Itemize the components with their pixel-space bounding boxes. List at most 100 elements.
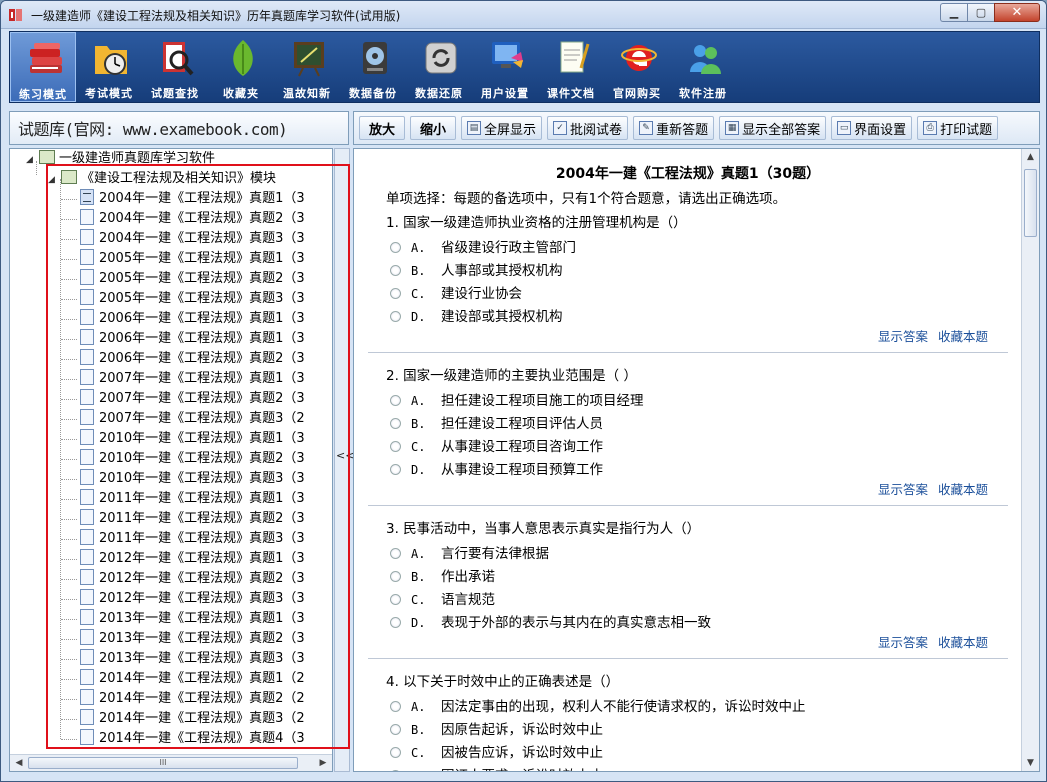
tree-exam-item[interactable]: 2014年一建《工程法规》真题2（2 bbox=[61, 689, 305, 709]
radio-button[interactable] bbox=[390, 265, 401, 276]
tree-exam-item[interactable]: 2010年一建《工程法规》真题3（3 bbox=[61, 469, 305, 489]
toolbar-data-restore[interactable]: 数据还原 bbox=[406, 32, 472, 102]
radio-button[interactable] bbox=[390, 441, 401, 452]
answer-option[interactable]: D. 建设部或其授权机构 bbox=[390, 305, 563, 325]
answer-option[interactable]: C. 因被告应诉，诉讼时效中止 bbox=[390, 741, 603, 761]
tree-exam-item[interactable]: 2004年一建《工程法规》真题1（3 bbox=[61, 189, 305, 209]
pane-splitter[interactable]: << bbox=[334, 148, 354, 772]
maximize-button[interactable]: ▢ bbox=[967, 3, 994, 22]
show-answer-link[interactable]: 显示答案 bbox=[878, 482, 928, 497]
toolbar-registration[interactable]: 软件注册 bbox=[670, 32, 736, 102]
grade-exam-button[interactable]: ✓ 批阅试卷 bbox=[547, 116, 629, 140]
scroll-up-icon[interactable]: ▲ bbox=[1022, 149, 1039, 165]
radio-button[interactable] bbox=[390, 770, 401, 771]
toolbar-practice-mode[interactable]: 练习模式 bbox=[10, 32, 76, 102]
tree-exam-item[interactable]: 2005年一建《工程法规》真题1（3 bbox=[61, 249, 305, 269]
radio-button[interactable] bbox=[390, 395, 401, 406]
radio-button[interactable] bbox=[390, 747, 401, 758]
tree-exam-item[interactable]: 2011年一建《工程法规》真题2（3 bbox=[61, 509, 305, 529]
answer-option[interactable]: A. 言行要有法律根据 bbox=[390, 542, 549, 562]
toolbar-review[interactable]: 温故知新 bbox=[274, 32, 340, 102]
tree-exam-item[interactable]: 2006年一建《工程法规》真题1（3 bbox=[61, 309, 305, 329]
scroll-right-icon[interactable]: ▶ bbox=[315, 756, 331, 770]
answer-option[interactable]: B. 人事部或其授权机构 bbox=[390, 259, 563, 279]
tree-exam-item[interactable]: 2007年一建《工程法规》真题2（3 bbox=[61, 389, 305, 409]
toolbar-data-backup[interactable]: 数据备份 bbox=[340, 32, 406, 102]
radio-button[interactable] bbox=[390, 288, 401, 299]
show-all-answers-button[interactable]: ▦ 显示全部答案 bbox=[719, 116, 827, 140]
toolbar-official-purchase[interactable]: 官网购买 bbox=[604, 32, 670, 102]
collapse-pane-icon[interactable]: << bbox=[336, 449, 354, 462]
toolbar-user-settings[interactable]: 用户设置 bbox=[472, 32, 538, 102]
radio-button[interactable] bbox=[390, 594, 401, 605]
show-answer-link[interactable]: 显示答案 bbox=[878, 635, 928, 650]
scroll-down-icon[interactable]: ▼ bbox=[1022, 755, 1039, 771]
tree-exam-item[interactable]: 2010年一建《工程法规》真题1（3 bbox=[61, 429, 305, 449]
tree-exam-item[interactable]: 2005年一建《工程法规》真题2（3 bbox=[61, 269, 305, 289]
answer-option[interactable]: B. 作出承诺 bbox=[390, 565, 495, 585]
toolbar-exam-mode[interactable]: 考试模式 bbox=[76, 32, 142, 102]
tree-exam-item[interactable]: 2004年一建《工程法规》真题2（3 bbox=[61, 209, 305, 229]
tree-exam-item[interactable]: 2013年一建《工程法规》真题2（3 bbox=[61, 629, 305, 649]
minimize-button[interactable]: ▁ bbox=[940, 3, 967, 22]
print-button[interactable]: ⎙ 打印试题 bbox=[917, 116, 999, 140]
scroll-left-icon[interactable]: ◀ bbox=[11, 756, 27, 770]
tree-module-node[interactable]: ◢ 《建设工程法规及相关知识》模块 bbox=[48, 169, 276, 189]
answer-option[interactable]: D.因证人要求，诉讼时效中止 bbox=[390, 764, 603, 771]
tree-exam-item[interactable]: 2004年一建《工程法规》真题3（3 bbox=[61, 229, 305, 249]
radio-button[interactable] bbox=[390, 724, 401, 735]
answer-option[interactable]: C. 语言规范 bbox=[390, 588, 495, 608]
ui-settings-button[interactable]: ▭ 界面设置 bbox=[831, 116, 913, 140]
tree-exam-item[interactable]: 2012年一建《工程法规》真题1（3 bbox=[61, 549, 305, 569]
tree-exam-item[interactable]: 2006年一建《工程法规》真题2（3 bbox=[61, 349, 305, 369]
radio-button[interactable] bbox=[390, 242, 401, 253]
tree-exam-item[interactable]: 2007年一建《工程法规》真题3（2 bbox=[61, 409, 305, 429]
toolbar-favorites[interactable]: 收藏夹 bbox=[208, 32, 274, 102]
answer-option[interactable]: C. 从事建设工程项目咨询工作 bbox=[390, 435, 603, 455]
radio-button[interactable] bbox=[390, 464, 401, 475]
toolbar-courseware[interactable]: 课件文档 bbox=[538, 32, 604, 102]
tree-exam-item[interactable]: 2005年一建《工程法规》真题3（3 bbox=[61, 289, 305, 309]
tree-exam-item[interactable]: 2013年一建《工程法规》真题3（3 bbox=[61, 649, 305, 669]
answer-option[interactable]: B. 担任建设工程项目评估人员 bbox=[390, 412, 603, 432]
tree-exam-item[interactable]: 2014年一建《工程法规》真题4（3 bbox=[61, 729, 305, 749]
favorite-question-link[interactable]: 收藏本题 bbox=[938, 482, 988, 497]
tree-exam-item[interactable]: 2011年一建《工程法规》真题1（3 bbox=[61, 489, 305, 509]
radio-button[interactable] bbox=[390, 701, 401, 712]
tree-exam-item[interactable]: 2014年一建《工程法规》真题3（2 bbox=[61, 709, 305, 729]
scroll-thumb[interactable] bbox=[1024, 169, 1037, 237]
zoom-in-button[interactable]: 放大 bbox=[359, 116, 406, 140]
show-answer-link[interactable]: 显示答案 bbox=[878, 329, 928, 344]
tree-root-node[interactable]: ◢ 一级建造师真题库学习软件 bbox=[26, 149, 215, 169]
answer-option[interactable]: A. 担任建设工程项目施工的项目经理 bbox=[390, 389, 644, 409]
radio-button[interactable] bbox=[390, 418, 401, 429]
favorite-question-link[interactable]: 收藏本题 bbox=[938, 329, 988, 344]
tree-horizontal-scrollbar[interactable]: ◀ III ▶ bbox=[10, 754, 332, 771]
answer-option[interactable]: A. 因法定事由的出现，权利人不能行使请求权的，诉讼时效中止 bbox=[390, 695, 806, 715]
fullscreen-button[interactable]: ▤ 全屏显示 bbox=[461, 116, 543, 140]
tree-exam-item[interactable]: 2006年一建《工程法规》真题1（3 bbox=[61, 329, 305, 349]
radio-button[interactable] bbox=[390, 311, 401, 322]
scroll-thumb[interactable]: III bbox=[28, 757, 298, 769]
zoom-out-button[interactable]: 缩小 bbox=[410, 116, 457, 140]
tree-exam-item[interactable]: 2011年一建《工程法规》真题3（3 bbox=[61, 529, 305, 549]
tree-exam-item[interactable]: 2010年一建《工程法规》真题2（3 bbox=[61, 449, 305, 469]
answer-option[interactable]: A. 省级建设行政主管部门 bbox=[390, 236, 576, 256]
redo-answers-button[interactable]: ✎ 重新答题 bbox=[633, 116, 715, 140]
question-vertical-scrollbar[interactable]: ▲ ▼ bbox=[1021, 149, 1039, 771]
answer-option[interactable]: D. 从事建设工程项目预算工作 bbox=[390, 458, 603, 478]
toolbar-search-questions[interactable]: 试题查找 bbox=[142, 32, 208, 102]
answer-option[interactable]: D. 表现于外部的表示与其内在的真实意志相一致 bbox=[390, 611, 711, 631]
radio-button[interactable] bbox=[390, 548, 401, 559]
tree-exam-item[interactable]: 2012年一建《工程法规》真题2（3 bbox=[61, 569, 305, 589]
close-button[interactable]: ✕ bbox=[994, 3, 1040, 22]
favorite-question-link[interactable]: 收藏本题 bbox=[938, 635, 988, 650]
tree-exam-item[interactable]: 2014年一建《工程法规》真题1（2 bbox=[61, 669, 305, 689]
tree-exam-item[interactable]: 2007年一建《工程法规》真题1（3 bbox=[61, 369, 305, 389]
answer-option[interactable]: B. 因原告起诉，诉讼时效中止 bbox=[390, 718, 603, 738]
radio-button[interactable] bbox=[390, 617, 401, 628]
answer-option[interactable]: C. 建设行业协会 bbox=[390, 282, 522, 302]
tree-exam-item[interactable]: 2013年一建《工程法规》真题1（3 bbox=[61, 609, 305, 629]
tree-exam-item[interactable]: 2012年一建《工程法规》真题3（3 bbox=[61, 589, 305, 609]
radio-button[interactable] bbox=[390, 571, 401, 582]
